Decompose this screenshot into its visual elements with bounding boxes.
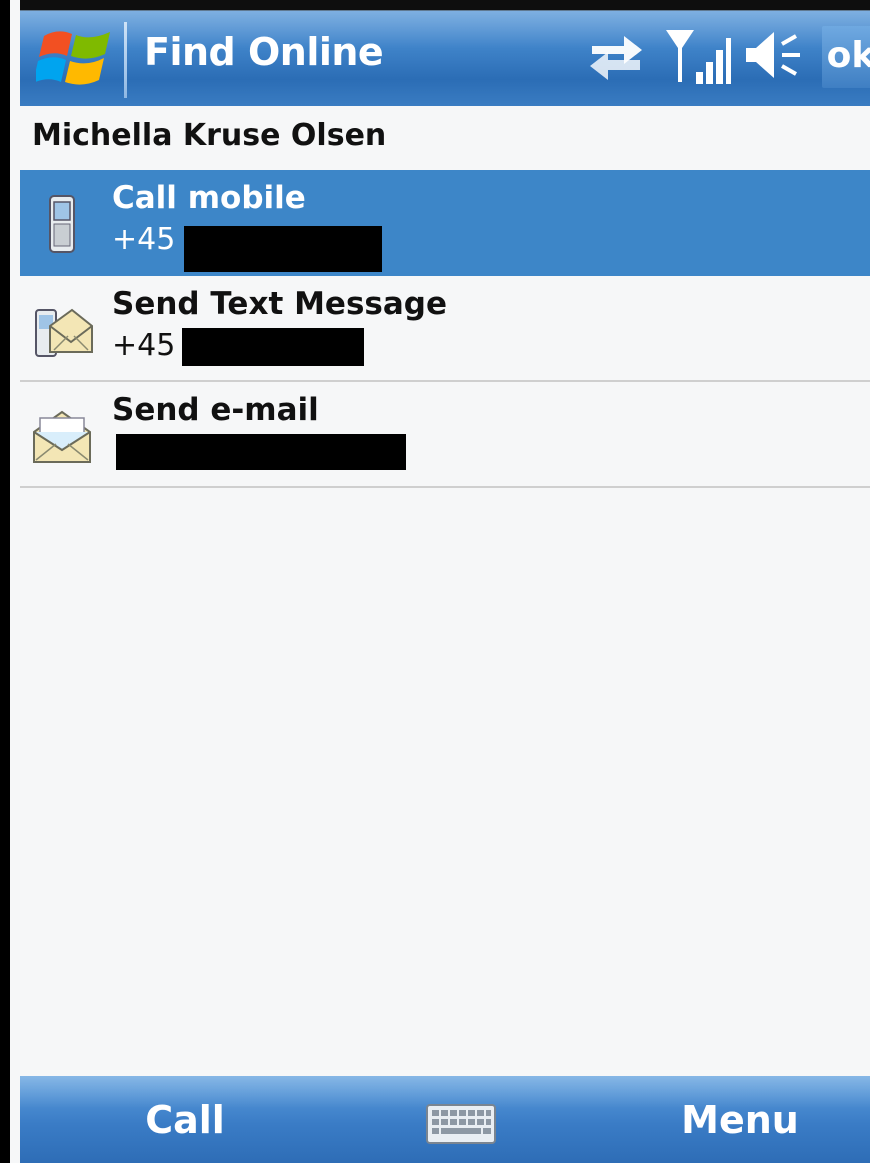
redaction-box — [184, 226, 382, 272]
phone-icon — [49, 195, 75, 253]
signal-icon[interactable] — [664, 26, 732, 90]
email-icon — [33, 410, 91, 463]
contact-name: Michella Kruse Olsen — [32, 118, 387, 153]
title-divider — [124, 22, 127, 98]
call-softkey[interactable]: Call — [120, 1098, 250, 1142]
item-label: Call mobile — [112, 180, 306, 216]
sync-icon[interactable] — [586, 26, 646, 84]
item-label: Send Text Message — [112, 286, 447, 322]
list-item-send-email[interactable]: Send e-mail — [20, 382, 870, 488]
redaction-box — [182, 328, 364, 366]
menu-softkey[interactable]: Menu — [660, 1098, 820, 1142]
windows-logo-icon[interactable] — [36, 22, 116, 94]
list-item-send-text[interactable]: Send Text Message +45 — [20, 276, 870, 382]
volume-icon[interactable] — [742, 26, 804, 84]
redaction-box — [116, 434, 406, 470]
item-value: +45 — [112, 328, 176, 363]
softkey-bar: Call Menu — [20, 1076, 870, 1163]
app-title: Find Online — [144, 30, 384, 74]
screen: Find Online ok Michella Kruse Olsen Call… — [0, 0, 870, 1163]
item-label: Send e-mail — [112, 392, 319, 428]
list-item-call-mobile[interactable]: Call mobile +45 — [20, 170, 870, 276]
ok-button[interactable]: ok — [822, 26, 870, 88]
title-bar: Find Online ok — [20, 0, 870, 106]
keyboard-icon[interactable] — [426, 1104, 496, 1144]
item-value: +45 — [112, 222, 176, 257]
text-message-icon — [35, 308, 93, 357]
